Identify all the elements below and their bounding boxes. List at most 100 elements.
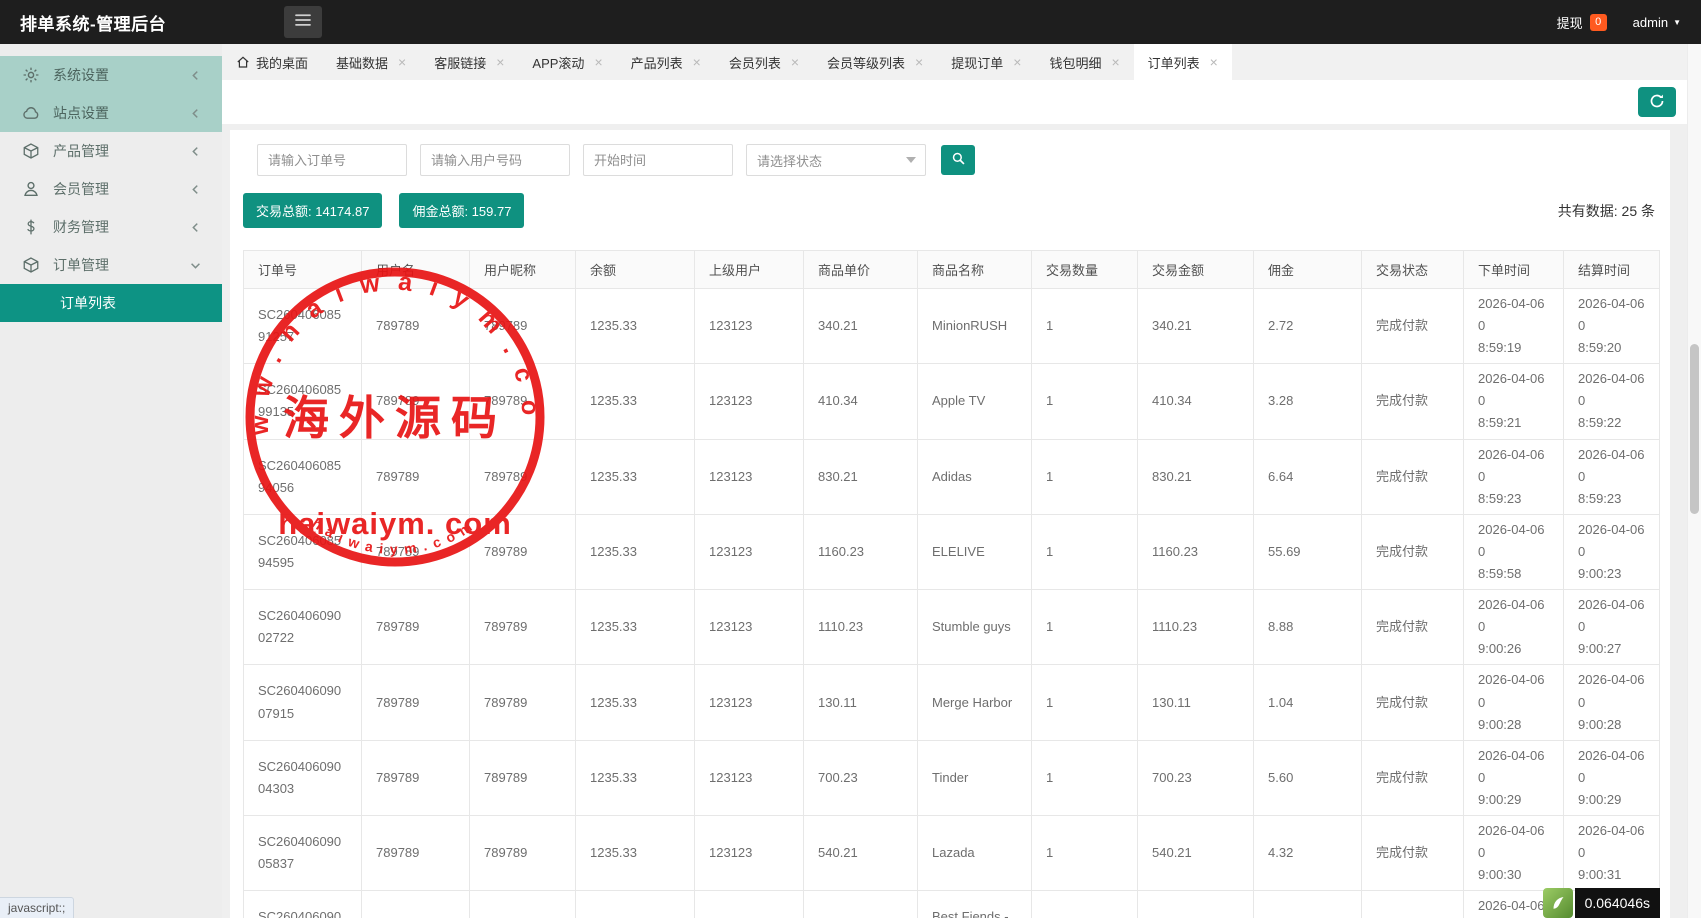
debug-timer-badge[interactable]: 0.064046s	[1543, 888, 1660, 918]
tab-order-list[interactable]: 订单列表×	[1134, 44, 1232, 80]
cell-nickname: 789789	[470, 364, 576, 439]
table-row: SC260406085 940567897897897891235.331231…	[244, 439, 1660, 514]
cell-unit-price: 250.10	[804, 891, 918, 918]
cell-trade-amount: 130.11	[1138, 665, 1254, 740]
vertical-scrollbar[interactable]	[1687, 44, 1701, 918]
sidebar-subitem-order-list[interactable]: 订单列表	[0, 284, 222, 322]
withdraw-button[interactable]: 提现 0	[1557, 13, 1607, 32]
tab-close-icon[interactable]: ×	[1210, 55, 1218, 69]
sidebar-item-product-management[interactable]: 产品管理	[0, 132, 222, 170]
sidebar-item-finance-management[interactable]: 财务管理	[0, 208, 222, 246]
cell-nickname: 789789	[470, 439, 576, 514]
chevron-down-icon	[189, 259, 202, 272]
cell-balance: 1235.33	[576, 665, 695, 740]
cube-icon	[22, 142, 40, 160]
sidebar: 系统设置站点设置产品管理会员管理财务管理订单管理订单列表	[0, 44, 222, 918]
cell-trade-qty: 1	[1032, 665, 1138, 740]
user-no-input[interactable]	[420, 144, 570, 176]
cell-product-name: Lazada	[918, 815, 1032, 890]
tab-my-desktop[interactable]: 我的桌面	[222, 44, 322, 80]
cell-trade-qty: 1	[1032, 439, 1138, 514]
tab-member-level-list[interactable]: 会员等级列表 ×	[813, 44, 937, 80]
cell-unit-price: 540.21	[804, 815, 918, 890]
sidebar-item-site-settings[interactable]: 站点设置	[0, 94, 222, 132]
cell-order-time: 2026-04-06 0 9:00:30	[1464, 815, 1564, 890]
sidebar-toggle-button[interactable]	[284, 6, 322, 38]
col-header-product-name: 商品名称	[918, 251, 1032, 289]
tab-basic-data[interactable]: 基础数据×	[322, 44, 420, 80]
cell-username: 789789	[362, 364, 470, 439]
tab-close-icon[interactable]: ×	[398, 55, 406, 69]
col-header-order-no: 订单号	[244, 251, 362, 289]
tab-label: 客服链接	[434, 53, 486, 72]
cell-product-name: Stumble guys	[918, 590, 1032, 665]
tab-close-icon[interactable]: ×	[1013, 55, 1021, 69]
cell-trade-qty: 1	[1032, 590, 1138, 665]
chevron-left-icon	[189, 107, 202, 120]
cell-commission: 2.00	[1254, 891, 1362, 918]
sidebar-item-system-settings[interactable]: 系统设置	[0, 56, 222, 94]
cell-order-no: SC260406085 91257	[244, 289, 362, 364]
tab-close-icon[interactable]: ×	[791, 55, 799, 69]
user-icon	[22, 180, 40, 198]
cell-settle-time: 2026-04-06 0 9:00:27	[1564, 590, 1660, 665]
cell-trade-qty: 1	[1032, 740, 1138, 815]
tab-service-link[interactable]: 客服链接 ×	[420, 44, 518, 80]
cell-settle-time: 2026-04-06 0 9:00:31	[1564, 815, 1660, 890]
tab-close-icon[interactable]: ×	[915, 55, 923, 69]
cell-commission: 4.32	[1254, 815, 1362, 890]
col-header-unit-price: 商品单价	[804, 251, 918, 289]
cell-parent-user: 123123	[695, 289, 804, 364]
commission-total-button[interactable]: 佣金总额: 159.77	[399, 193, 524, 228]
cell-product-name: Tinder	[918, 740, 1032, 815]
tab-withdraw-orders[interactable]: 提现订单×	[937, 44, 1035, 80]
cell-commission: 1.04	[1254, 665, 1362, 740]
trade-total-button[interactable]: 交易总额: 14174.87	[243, 193, 382, 228]
cell-trade-amount: 340.21	[1138, 289, 1254, 364]
col-header-commission: 佣金	[1254, 251, 1362, 289]
col-header-parent-user: 上级用户	[695, 251, 804, 289]
table-row: SC260406090 094237897897897891235.331231…	[244, 891, 1660, 918]
cell-order-time: 2026-04-06 0 8:59:23	[1464, 439, 1564, 514]
table-row: SC260406085 945957897897897891235.331231…	[244, 514, 1660, 589]
tab-close-icon[interactable]: ×	[1111, 55, 1119, 69]
sidebar-item-member-management[interactable]: 会员管理	[0, 170, 222, 208]
dollar-icon	[22, 218, 40, 236]
cell-settle-time: 2026-04-06 0 8:59:22	[1564, 364, 1660, 439]
tab-product-list[interactable]: 产品列表×	[617, 44, 715, 80]
search-button[interactable]	[941, 145, 975, 175]
tab-wallet-detail[interactable]: 钱包明细 ×	[1035, 44, 1133, 80]
chevron-left-icon	[189, 183, 202, 196]
refresh-button[interactable]	[1638, 87, 1676, 117]
table-row: SC260406090 058377897897897891235.331231…	[244, 815, 1660, 890]
cell-nickname: 789789	[470, 665, 576, 740]
cell-product-name: MinionRUSH	[918, 289, 1032, 364]
cell-order-time: 2026-04-06 0 8:59:21	[1464, 364, 1564, 439]
tab-close-icon[interactable]: ×	[594, 55, 602, 69]
app-title: 排单系统-管理后台	[20, 10, 166, 35]
status-select[interactable]: 请选择状态	[746, 144, 926, 176]
user-menu[interactable]: admin ▼	[1633, 15, 1681, 30]
tab-app-scroll[interactable]: APP滚动×	[518, 44, 616, 80]
tab-close-icon[interactable]: ×	[496, 55, 504, 69]
cell-order-no: SC260406090 02722	[244, 590, 362, 665]
total-count-text: 共有数据: 25 条	[1558, 201, 1657, 221]
cell-balance: 1235.33	[576, 289, 695, 364]
cell-settle-time: 2026-04-06 0 9:00:23	[1564, 514, 1660, 589]
cell-nickname: 789789	[470, 514, 576, 589]
cell-balance: 1235.33	[576, 891, 695, 918]
tab-label: 钱包明细	[1049, 53, 1101, 72]
cell-balance: 1235.33	[576, 514, 695, 589]
order-no-input[interactable]	[257, 144, 407, 176]
sidebar-item-label: 财务管理	[53, 217, 109, 237]
cell-commission: 55.69	[1254, 514, 1362, 589]
tab-close-icon[interactable]: ×	[693, 55, 701, 69]
sidebar-item-order-management[interactable]: 订单管理	[0, 246, 222, 284]
tab-label: 会员等级列表	[827, 53, 905, 72]
cell-balance: 1235.33	[576, 590, 695, 665]
cell-trade-amount: 700.23	[1138, 740, 1254, 815]
tab-member-list[interactable]: 会员列表×	[715, 44, 813, 80]
scrollbar-thumb[interactable]	[1690, 344, 1699, 514]
sidebar-subitem-label: 订单列表	[60, 293, 116, 313]
start-time-input[interactable]	[583, 144, 733, 176]
